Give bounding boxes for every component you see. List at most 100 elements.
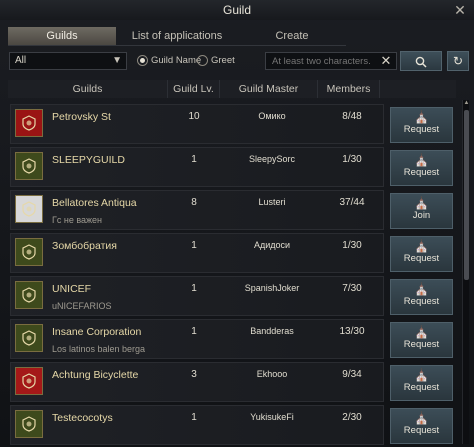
guild-row[interactable]: Insane Corporation Los latinos balen berg… <box>10 319 456 359</box>
chevron-down-icon: ▼ <box>112 55 122 66</box>
refresh-icon: ↻ <box>452 54 464 68</box>
title-bar: Guild ✕ <box>0 0 474 20</box>
guild-master: Адидоси <box>253 240 291 250</box>
request-button[interactable]: ⛪ Request <box>390 279 453 315</box>
window-title: Guild <box>222 3 251 17</box>
guild-master: Омико <box>258 111 286 121</box>
request-button[interactable]: ⛪ Request <box>390 408 453 444</box>
guild-row-background <box>10 405 384 445</box>
guild-emblem-icon <box>15 238 43 266</box>
guild-name[interactable]: Зомбобратия <box>52 240 117 252</box>
category-dropdown[interactable]: All ▼ <box>9 52 127 70</box>
clear-search-icon[interactable]: ✕ <box>378 53 394 69</box>
helmet-icon: ⛪ <box>414 368 429 382</box>
guild-row[interactable]: SLEEPYGUILD 1 SleepySorc 1/30 ⛪ Request <box>10 147 456 187</box>
guild-row[interactable]: UNICEF uNICEFARIOS 1 SpanishJoker 7/30 ⛪ Reque… <box>10 276 456 316</box>
guild-row-background <box>10 147 384 187</box>
action-label: Request <box>403 253 440 264</box>
radio-guild-name-label: Guild Name <box>151 55 202 66</box>
guild-level: 3 <box>191 369 197 380</box>
guild-name[interactable]: Petrovsky St <box>52 111 111 123</box>
guild-level: 1 <box>191 240 197 251</box>
guild-row[interactable]: Bellatores Antiqua Гс не важен 8 Lusteri 37/… <box>10 190 456 230</box>
action-label: Request <box>403 339 440 350</box>
guild-emblem-icon <box>15 152 43 180</box>
action-label: Join <box>412 210 431 221</box>
column-header-guild-lv[interactable]: Guild Lv. <box>168 80 220 98</box>
join-button[interactable]: ⛪ Join <box>390 193 453 229</box>
helmet-icon: ⛪ <box>414 110 429 124</box>
guild-master: SleepySorc <box>248 154 296 164</box>
tab-create[interactable]: Create <box>238 27 346 46</box>
guild-window: Guild ✕ Guilds List of applications Crea… <box>0 0 474 447</box>
guild-name[interactable]: UNICEF <box>52 283 91 295</box>
guild-name[interactable]: Insane Corporation <box>52 326 141 338</box>
guild-members: 37/44 <box>339 197 365 208</box>
request-button[interactable]: ⛪ Request <box>390 365 453 401</box>
tab-list-of-applications[interactable]: List of applications <box>116 27 238 46</box>
guild-name[interactable]: Testecocotys <box>52 412 113 424</box>
action-label: Request <box>403 296 440 307</box>
guild-list: Petrovsky St 10 Омико 8/48 ⛪ Request SLEEPYGUI… <box>10 104 456 447</box>
helmet-icon: ⛪ <box>414 411 429 425</box>
search-button[interactable] <box>400 51 442 71</box>
helmet-icon: ⛪ <box>414 282 429 296</box>
table-header: Guilds Guild Lv. Guild Master Members <box>8 80 456 98</box>
guild-emblem-icon <box>15 109 43 137</box>
guild-level: 1 <box>191 283 197 294</box>
guild-greet: Los latinos balen berga <box>52 344 146 354</box>
radio-greet-dot[interactable] <box>197 55 208 66</box>
column-header-guild-master[interactable]: Guild Master <box>220 80 318 98</box>
helmet-icon: ⛪ <box>414 153 429 167</box>
scrollbar[interactable]: ▲ <box>462 100 469 444</box>
request-button[interactable]: ⛪ Request <box>390 322 453 358</box>
filter-row: All ▼ Guild Name Greet ✕ ↻ <box>9 51 469 72</box>
close-icon[interactable]: ✕ <box>452 2 468 18</box>
scroll-up-icon[interactable]: ▲ <box>463 100 470 107</box>
guild-row[interactable]: Achtung Bicyclette 3 Ekhooo 9/34 ⛪ Request <box>10 362 456 402</box>
guild-members: 7/30 <box>342 283 362 294</box>
scrollbar-thumb[interactable] <box>464 110 469 280</box>
guild-emblem-icon <box>15 281 43 309</box>
tab-bar: Guilds List of applications Create <box>8 27 464 46</box>
guild-greet: uNICEFARIOS <box>52 301 112 311</box>
action-label: Request <box>403 124 440 135</box>
refresh-button[interactable]: ↻ <box>447 51 469 71</box>
guild-master: Bandderas <box>250 326 294 336</box>
guild-emblem-icon <box>15 195 43 223</box>
radio-guild-name-dot[interactable] <box>137 55 148 66</box>
category-dropdown-value: All <box>15 55 27 66</box>
guild-members: 9/34 <box>342 369 362 380</box>
column-header-members[interactable]: Members <box>318 80 380 98</box>
guild-name[interactable]: Bellatores Antiqua <box>52 197 137 209</box>
guild-members: 1/30 <box>342 240 362 251</box>
radio-greet[interactable]: Greet <box>197 55 235 66</box>
request-button[interactable]: ⛪ Request <box>390 150 453 186</box>
request-button[interactable]: ⛪ Request <box>390 107 453 143</box>
radio-guild-name[interactable]: Guild Name <box>137 55 201 66</box>
guild-members: 1/30 <box>342 154 362 165</box>
guild-row[interactable]: Зомбобратия 1 Адидоси 1/30 ⛪ Request <box>10 233 456 273</box>
guild-name[interactable]: Achtung Bicyclette <box>52 369 138 381</box>
action-label: Request <box>403 425 440 436</box>
column-header-guilds[interactable]: Guilds <box>8 80 168 98</box>
guild-level: 8 <box>191 197 197 208</box>
guild-greet: Гс не важен <box>52 215 103 225</box>
guild-members: 8/48 <box>342 111 362 122</box>
guild-name[interactable]: SLEEPYGUILD <box>52 154 125 166</box>
tab-guilds[interactable]: Guilds <box>8 27 116 46</box>
guild-row-background <box>10 104 384 144</box>
guild-emblem-icon <box>15 410 43 438</box>
guild-emblem-icon <box>15 324 43 352</box>
action-label: Request <box>403 382 440 393</box>
guild-level: 1 <box>191 412 197 423</box>
radio-greet-label: Greet <box>211 55 235 66</box>
guild-members: 13/30 <box>339 326 365 337</box>
guild-emblem-icon <box>15 367 43 395</box>
guild-row[interactable]: Petrovsky St 10 Омико 8/48 ⛪ Request <box>10 104 456 144</box>
column-header-action <box>380 80 456 98</box>
helmet-icon: ⛪ <box>414 196 429 210</box>
request-button[interactable]: ⛪ Request <box>390 236 453 272</box>
guild-row[interactable]: Testecocotys 1 YukisukeFi 2/30 ⛪ Request <box>10 405 456 445</box>
helmet-icon: ⛪ <box>414 325 429 339</box>
